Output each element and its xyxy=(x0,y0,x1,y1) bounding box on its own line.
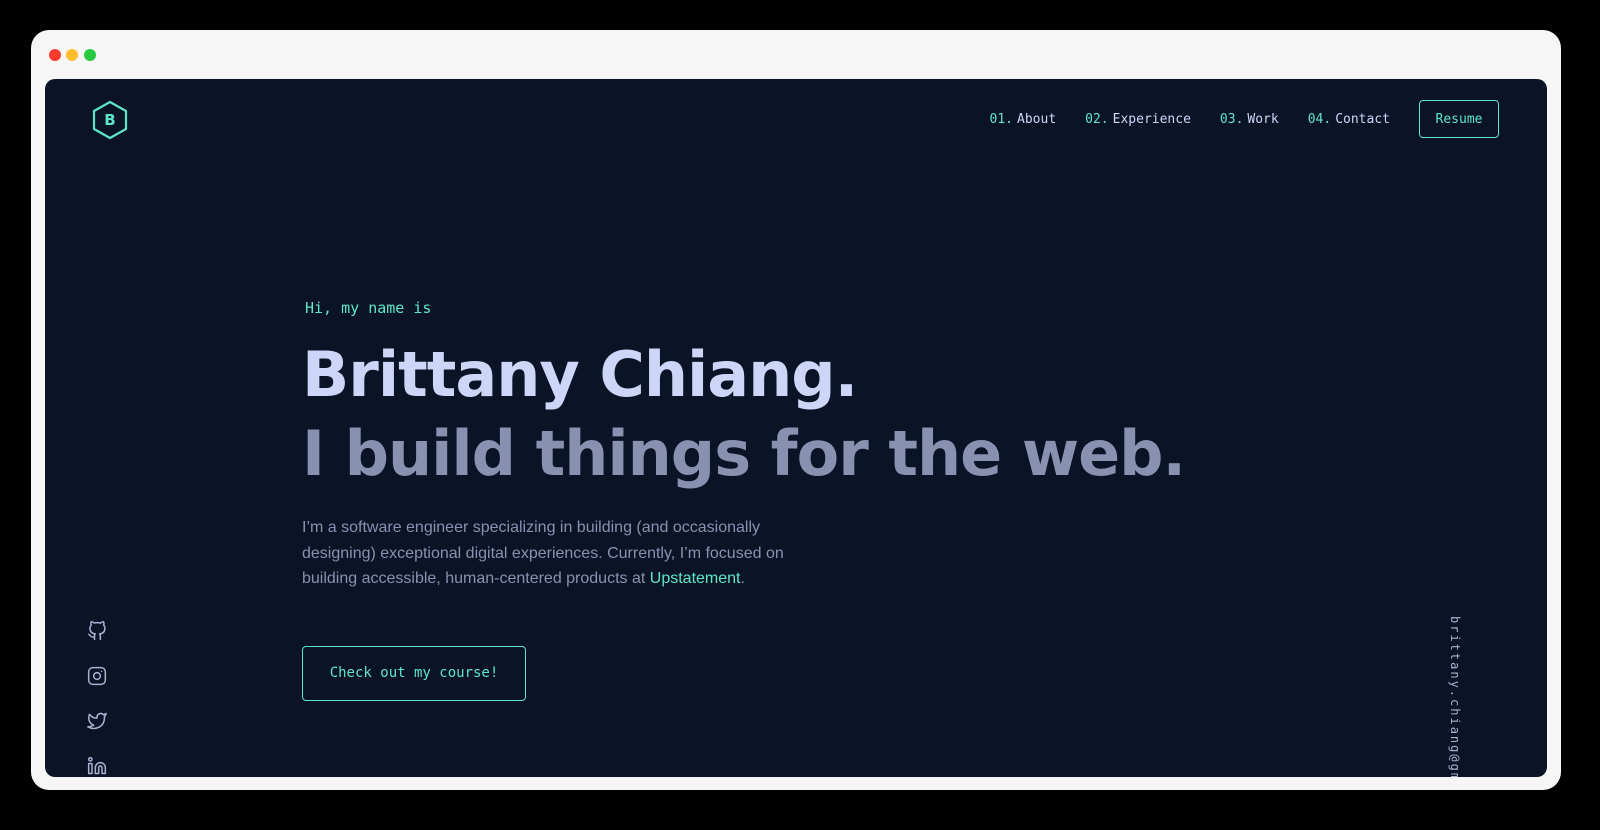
social-links xyxy=(87,621,107,777)
page-viewport: B 01. About 02. Experience 03. Work 04. Cont… xyxy=(45,79,1547,777)
nav-item-number: 01. xyxy=(989,111,1014,127)
hero-description: I’m a software engineer specializing in … xyxy=(302,515,822,592)
linkedin-icon[interactable] xyxy=(87,756,107,776)
hero-name: Brittany Chiang. xyxy=(302,338,858,411)
nav-item-number: 02. xyxy=(1085,111,1109,127)
browser-window: B 01. About 02. Experience 03. Work 04. Cont… xyxy=(31,30,1561,790)
minimize-window-button[interactable] xyxy=(66,49,78,61)
twitter-icon[interactable] xyxy=(87,711,107,731)
upstatement-link[interactable]: Upstatement xyxy=(650,570,741,587)
hero-section: Hi, my name is Brittany Chiang. I build … xyxy=(302,299,1202,701)
nav-item-label: Work xyxy=(1247,111,1279,127)
email-link[interactable]: brittany.chiang@gmail.com xyxy=(1448,616,1462,777)
hero-greeting: Hi, my name is xyxy=(305,299,432,317)
resume-button[interactable]: Resume xyxy=(1419,100,1499,138)
nav-item-contact[interactable]: 04. Contact xyxy=(1308,112,1390,127)
nav-item-work[interactable]: 03. Work xyxy=(1220,112,1279,127)
description-end: . xyxy=(740,570,745,587)
main-nav: 01. About 02. Experience 03. Work 04. Contac… xyxy=(990,100,1499,138)
email-rail: brittany.chiang@gmail.com xyxy=(1444,616,1464,777)
nav-item-experience[interactable]: 02. Experience xyxy=(1085,112,1191,127)
window-titlebar xyxy=(31,30,1561,78)
close-window-button[interactable] xyxy=(49,49,61,61)
instagram-icon[interactable] xyxy=(87,666,107,686)
nav-item-about[interactable]: 01. About xyxy=(990,112,1057,127)
zoom-window-button[interactable] xyxy=(84,49,96,61)
nav-item-number: 04. xyxy=(1307,111,1332,127)
github-icon[interactable] xyxy=(87,621,107,641)
nav-item-label: Experience xyxy=(1112,111,1191,127)
nav-item-label: About xyxy=(1017,111,1057,127)
course-button[interactable]: Check out my course! xyxy=(302,645,526,701)
site-logo[interactable]: B xyxy=(89,99,131,141)
nav-item-number: 03. xyxy=(1219,111,1244,127)
logo-letter: B xyxy=(104,111,116,129)
hero-tagline: I build things for the web. xyxy=(302,417,1186,490)
nav-item-label: Contact xyxy=(1335,111,1390,127)
